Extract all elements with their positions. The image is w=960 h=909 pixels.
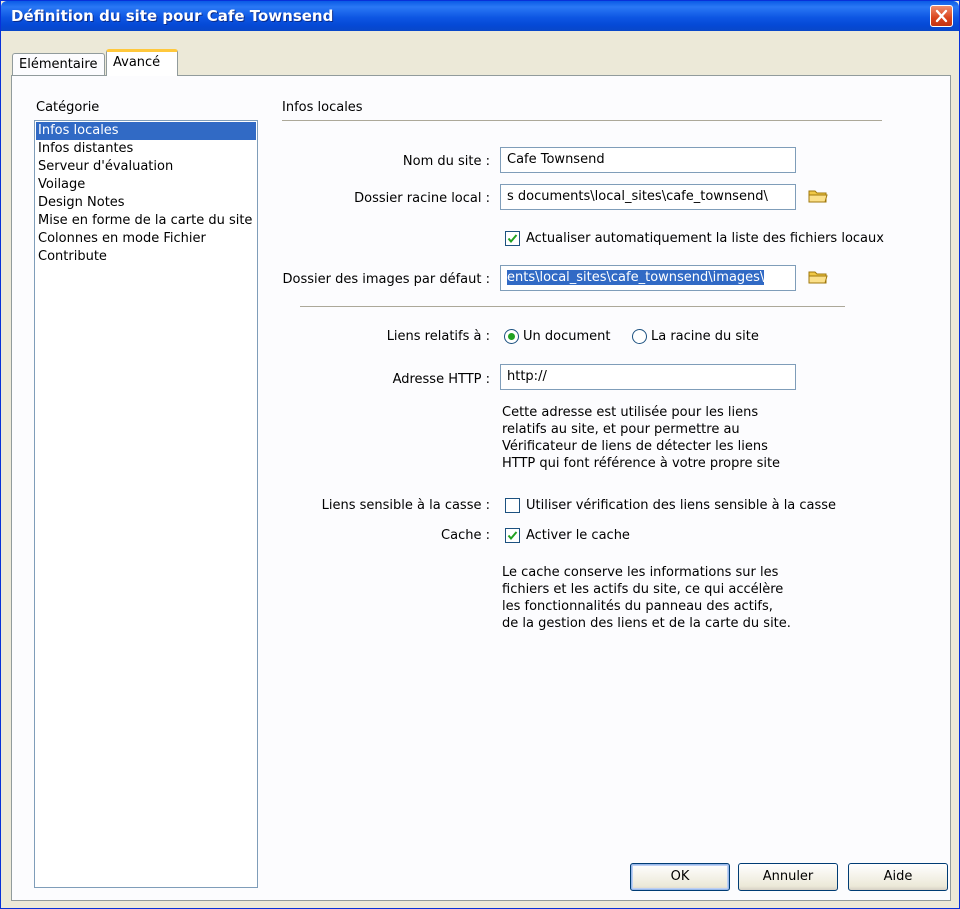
help-line: Vérificateur de liens de détecter les li… <box>502 439 768 454</box>
http-help-text: Cette adresse est utilisée pour les lien… <box>502 404 780 472</box>
local-root-input[interactable]: s documents\local_sites\cafe_townsend\ <box>500 184 796 210</box>
category-list[interactable]: Infos locales Infos distantes Serveur d'… <box>34 120 258 888</box>
tab-advanced[interactable]: Avancé <box>106 49 178 76</box>
help-line: Le cache conserve les informations sur l… <box>502 565 779 580</box>
help-line: HTTP qui font référence à votre propre s… <box>502 456 781 471</box>
cache-option[interactable]: Activer le cache <box>526 528 630 543</box>
help-button[interactable]: Aide <box>848 863 948 891</box>
close-button[interactable] <box>930 5 953 27</box>
default-images-input[interactable]: ents\local_sites\cafe_townsend\images\ <box>500 265 796 291</box>
advanced-panel: Catégorie Infos locales Infos distantes … <box>11 75 951 901</box>
tab-advanced-label: Avancé <box>113 55 161 70</box>
category-item[interactable]: Infos distantes <box>36 140 256 158</box>
category-item[interactable]: Infos locales <box>36 122 256 140</box>
relative-links-label: Liens relatifs à : <box>386 329 490 344</box>
tab-basic[interactable]: Elémentaire <box>12 53 105 75</box>
section-divider <box>282 120 882 121</box>
checkmark-icon <box>507 531 518 541</box>
site-definition-dialog: Définition du site pour Cafe Townsend El… <box>0 0 960 909</box>
case-sensitive-checkbox[interactable] <box>505 498 520 513</box>
category-item[interactable]: Colonnes en mode Fichier <box>36 230 256 248</box>
case-sensitive-option[interactable]: Utiliser vérification des liens sensible… <box>526 498 836 513</box>
help-line: fichiers et les actifs du site, ce qui a… <box>502 582 784 597</box>
title-bar[interactable]: Définition du site pour Cafe Townsend <box>1 1 959 31</box>
category-item[interactable]: Voilage <box>36 176 256 194</box>
form-divider <box>300 306 845 307</box>
category-item[interactable]: Serveur d'évaluation <box>36 158 256 176</box>
browse-local-root-button[interactable] <box>808 188 832 208</box>
help-line: les fonctionnalités du panneau des actif… <box>502 599 773 614</box>
auto-refresh-label[interactable]: Actualiser automatiquement la liste des … <box>526 231 884 246</box>
folder-icon <box>808 190 828 203</box>
window-title: Définition du site pour Cafe Townsend <box>11 7 334 25</box>
auto-refresh-checkbox[interactable] <box>505 231 520 246</box>
browse-images-button[interactable] <box>808 269 832 289</box>
cache-label: Cache : <box>441 528 490 543</box>
category-item[interactable]: Design Notes <box>36 194 256 212</box>
default-images-value: ents\local_sites\cafe_townsend\images\ <box>507 270 765 285</box>
close-icon <box>935 9 948 23</box>
folder-icon <box>808 271 828 284</box>
http-address-label: Adresse HTTP : <box>392 372 490 387</box>
site-name-input[interactable]: Cafe Townsend <box>500 147 796 173</box>
cache-checkbox[interactable] <box>505 528 520 543</box>
category-label: Catégorie <box>36 100 100 115</box>
radio-dot <box>508 333 515 340</box>
default-images-label: Dossier des images par défaut : <box>282 272 491 287</box>
radio-site-root-label[interactable]: La racine du site <box>651 329 759 344</box>
cancel-button[interactable]: Annuler <box>738 863 838 891</box>
section-title: Infos locales <box>282 100 363 115</box>
http-address-input[interactable]: http:// <box>500 364 796 390</box>
tab-basic-label: Elémentaire <box>19 57 98 72</box>
category-item[interactable]: Mise en forme de la carte du site <box>36 212 256 230</box>
site-name-label: Nom du site : <box>402 154 490 169</box>
radio-site-root[interactable] <box>632 329 647 344</box>
help-line: relatifs au site, et pour permettre au <box>502 422 740 437</box>
checkmark-icon <box>507 234 518 244</box>
local-root-label: Dossier racine local : <box>354 191 490 206</box>
cache-help-text: Le cache conserve les informations sur l… <box>502 564 791 632</box>
category-item[interactable]: Contribute <box>36 248 256 266</box>
case-sensitive-label: Liens sensible à la casse : <box>321 498 490 513</box>
ok-button[interactable]: OK <box>630 863 730 891</box>
help-line: de la gestion des liens et de la carte d… <box>502 616 791 631</box>
radio-document-label[interactable]: Un document <box>523 329 610 344</box>
radio-document[interactable] <box>504 329 519 344</box>
help-line: Cette adresse est utilisée pour les lien… <box>502 405 759 420</box>
